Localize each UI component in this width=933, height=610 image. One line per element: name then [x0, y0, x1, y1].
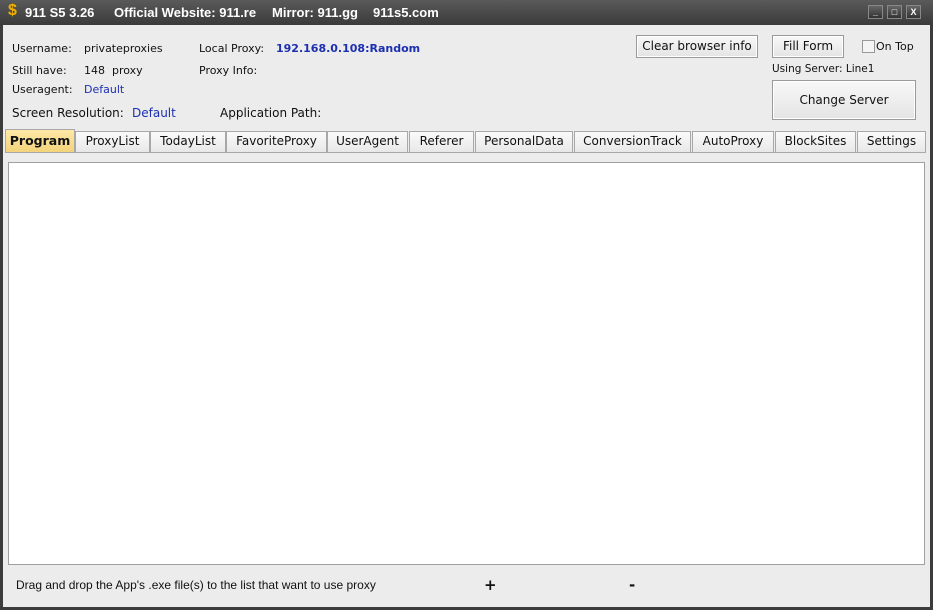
website-link: Official Website: 911.re: [114, 5, 257, 20]
tab-settings[interactable]: Settings: [857, 131, 926, 152]
main-window: Username: privateproxies Still have: 148…: [3, 25, 930, 607]
tab-blocksites[interactable]: BlockSites: [775, 131, 856, 152]
tab-autoproxy[interactable]: AutoProxy: [692, 131, 774, 152]
tab-program[interactable]: Program: [5, 129, 75, 152]
username-label: Username:: [12, 42, 72, 55]
mirror-link: Mirror: 911.gg: [272, 5, 358, 20]
application-path-label: Application Path:: [220, 106, 322, 120]
local-proxy-value: 192.168.0.108:Random: [276, 42, 421, 55]
using-server-status: Using Server: Line1: [772, 63, 875, 75]
tab-useragent[interactable]: UserAgent: [327, 131, 408, 152]
tab-personaldata[interactable]: PersonalData: [475, 131, 573, 152]
proxy-info-label: Proxy Info:: [199, 64, 258, 77]
useragent-label: Useragent:: [12, 83, 73, 96]
on-top-checkbox[interactable]: [862, 40, 875, 53]
tab-todaylist[interactable]: TodayList: [150, 131, 226, 152]
fill-form-button[interactable]: Fill Form: [772, 35, 844, 58]
tab-favoriteproxy[interactable]: FavoriteProxy: [226, 131, 327, 152]
close-button[interactable]: X: [906, 5, 921, 19]
change-server-button[interactable]: Change Server: [772, 80, 916, 120]
remove-program-button[interactable]: -: [629, 576, 635, 594]
screen-resolution-value[interactable]: Default: [132, 106, 176, 120]
app-title: 911 S5 3.26: [25, 5, 95, 20]
domain-link: 911s5.com: [373, 5, 439, 20]
tab-divider: [5, 152, 926, 153]
clear-browser-info-button[interactable]: Clear browser info: [636, 35, 758, 58]
local-proxy-label: Local Proxy:: [199, 42, 265, 55]
dollar-icon: $: [8, 2, 17, 19]
tab-proxylist[interactable]: ProxyList: [75, 131, 150, 152]
tab-referer[interactable]: Referer: [409, 131, 474, 152]
title-bar: $ 911 S5 3.26 Official Website: 911.re M…: [0, 0, 933, 25]
screen-resolution-label: Screen Resolution:: [12, 106, 124, 120]
useragent-value[interactable]: Default: [84, 83, 124, 96]
username-value: privateproxies: [84, 42, 163, 55]
drag-drop-hint: Drag and drop the App's .exe file(s) to …: [16, 578, 376, 592]
add-program-button[interactable]: +: [484, 576, 497, 594]
maximize-button[interactable]: □: [887, 5, 902, 19]
tab-conversiontrack[interactable]: ConversionTrack: [574, 131, 691, 152]
program-list[interactable]: [8, 162, 925, 565]
minimize-button[interactable]: _: [868, 5, 883, 19]
still-have-value: 148 proxy: [84, 64, 143, 77]
on-top-label[interactable]: On Top: [876, 40, 914, 53]
still-have-label: Still have:: [12, 64, 67, 77]
